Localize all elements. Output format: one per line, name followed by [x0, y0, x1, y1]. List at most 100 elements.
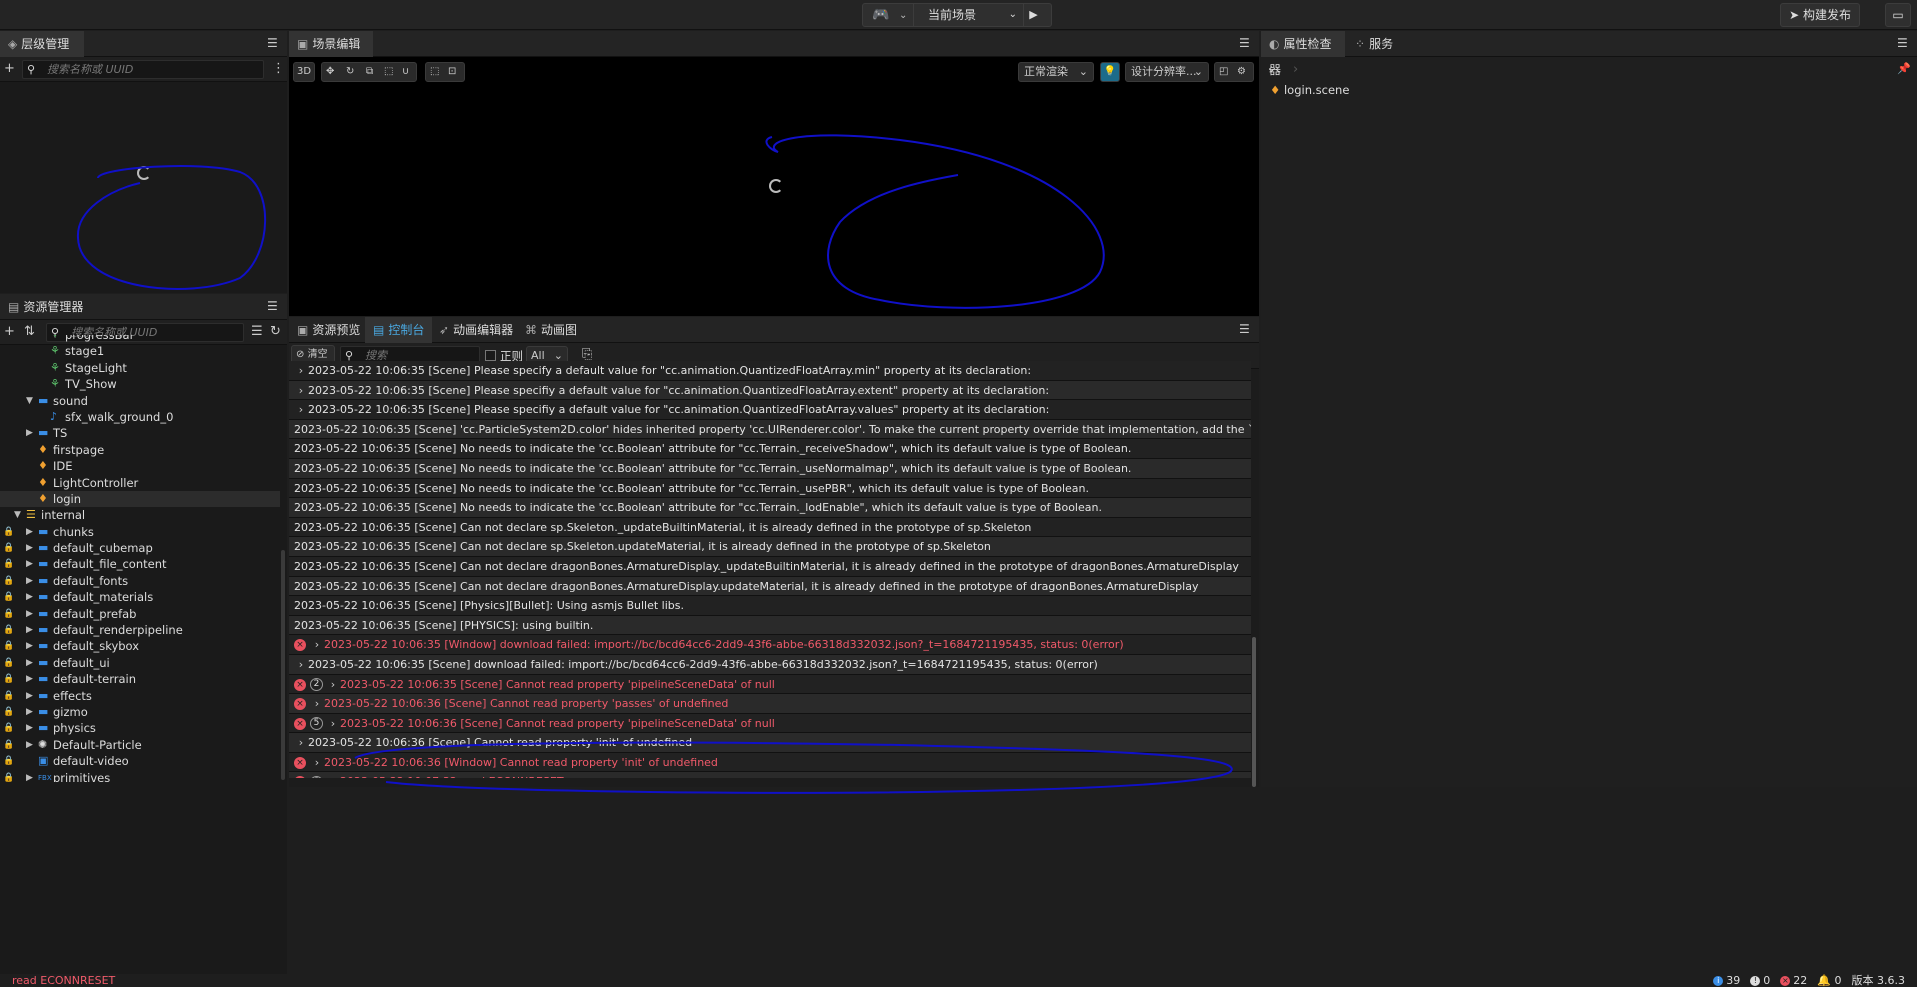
asset-tree-item[interactable]: 🔒 ▶ ▬ default_skybox: [0, 638, 280, 654]
menu-icon[interactable]: ☰: [1239, 323, 1253, 335]
chevron-right-icon[interactable]: ▶: [26, 524, 33, 540]
asset-tree-item[interactable]: 🔒 ▶ ✺ Default-Particle: [0, 737, 280, 753]
gamepad-icon[interactable]: 🎮: [863, 7, 899, 23]
console-error-entry[interactable]: × › 2023-05-22 10:06:36 [Window] Cannot re…: [289, 752, 1251, 773]
asset-tree-item[interactable]: ▶ ▬ TS: [0, 425, 280, 441]
chevron-right-icon[interactable]: ▶: [26, 770, 33, 782]
console-log-entry[interactable]: 2023-05-22 10:06:35 [Scene] [PHYSICS]: u…: [289, 615, 1251, 636]
console-log-entry[interactable]: 2023-05-22 10:06:35 [Scene] No needs to …: [289, 458, 1251, 479]
pivot-icon[interactable]: ⬚: [430, 63, 439, 81]
chevron-right-icon[interactable]: ›: [326, 714, 340, 734]
rect-icon[interactable]: ⬚: [384, 63, 393, 81]
menu-icon[interactable]: ☰: [267, 300, 281, 312]
asset-tree-item[interactable]: ♪ sfx_walk_ground_0: [0, 409, 280, 425]
asset-tree-item[interactable]: ⚘ stage1: [0, 343, 280, 359]
light-toggle-button[interactable]: 💡: [1100, 62, 1120, 82]
regex-checkbox[interactable]: [485, 350, 496, 361]
console-log-entry[interactable]: 2023-05-22 10:06:35 [Scene] Can not decl…: [289, 517, 1251, 538]
tab-animation-editor[interactable]: ➶ 动画编辑器: [431, 317, 521, 343]
gear-icon[interactable]: ⚙: [1237, 63, 1246, 81]
asset-tree-item[interactable]: ♦ login: [0, 490, 280, 508]
asset-tree-item[interactable]: 🔒 ▶ ▬ default_fonts: [0, 573, 280, 589]
console-log-entry[interactable]: › 2023-05-22 10:06:35 [Scene] Please spec…: [289, 380, 1251, 401]
tab-assets[interactable]: ▤ 资源管理器: [0, 294, 91, 320]
chevron-right-icon[interactable]: ›: [294, 400, 308, 420]
chevron-right-icon[interactable]: ›: [294, 733, 308, 753]
chevron-right-icon[interactable]: ▶: [26, 606, 33, 622]
chevron-right-icon[interactable]: ▶: [26, 573, 33, 589]
asset-tree-item[interactable]: ▼ ▬ sound: [0, 393, 280, 409]
asset-tree-item[interactable]: ⚘ progressBar: [0, 335, 280, 343]
tab-asset-preview[interactable]: ▣ 资源预览: [289, 317, 368, 343]
asset-tree-item[interactable]: ♦ firstpage: [0, 442, 280, 458]
asset-tree-item[interactable]: ♦ IDE: [0, 458, 280, 474]
console-log-entry[interactable]: 2023-05-22 10:06:35 [Scene] No needs to …: [289, 478, 1251, 499]
chevron-right-icon[interactable]: ▶: [26, 540, 33, 556]
back-arrow-icon[interactable]: ‹: [1268, 62, 1273, 77]
chevron-down-icon[interactable]: ▼: [26, 393, 33, 409]
forward-arrow-icon[interactable]: ›: [1293, 62, 1298, 77]
console-log-entry[interactable]: 2023-05-22 10:06:35 [Scene] [Physics][Bu…: [289, 596, 1251, 616]
add-icon[interactable]: +: [4, 62, 15, 76]
chevron-right-icon[interactable]: ›: [326, 772, 340, 778]
asset-tree-item[interactable]: ▼ ☰ internal: [0, 507, 280, 523]
console-scrollbar[interactable]: [1252, 637, 1256, 787]
console-log-entry[interactable]: › 2023-05-22 10:06:35 [Scene] Please spec…: [289, 400, 1251, 420]
chevron-down-icon[interactable]: ▼: [14, 507, 21, 523]
build-publish-button[interactable]: ➤ 构建发布: [1780, 3, 1860, 27]
notification-counter[interactable]: 🔔 0: [1817, 974, 1841, 987]
asset-tree-item[interactable]: 🔒 ▶ ▬ effects: [0, 688, 280, 704]
chevron-right-icon[interactable]: ›: [310, 635, 324, 655]
chevron-right-icon[interactable]: ▶: [26, 688, 33, 704]
chevron-right-icon[interactable]: ▶: [26, 655, 33, 671]
asset-tree-item[interactable]: 🔒 ▶ ▬ chunks: [0, 524, 280, 540]
chevron-right-icon[interactable]: ▶: [26, 589, 33, 605]
asset-tree-item[interactable]: 🔒 ▶ ▬ physics: [0, 720, 280, 736]
scale-icon[interactable]: ⧉: [366, 63, 373, 81]
chevron-right-icon[interactable]: ›: [326, 675, 340, 695]
asset-tree-item[interactable]: 🔒 ▶ ▬ gizmo: [0, 704, 280, 720]
chevron-right-icon[interactable]: ▶: [26, 671, 33, 687]
console-error-entry[interactable]: × › 2023-05-22 10:06:35 [Window] download …: [289, 635, 1251, 655]
resolution-select[interactable]: 设计分辨率... ⌄: [1125, 62, 1209, 82]
warning-counter[interactable]: ! 0: [1750, 974, 1770, 987]
asset-tree-item[interactable]: 🔒 ▶ FBX primitives: [0, 770, 280, 782]
asset-tree-item[interactable]: 🔒 ▶ ▬ default-terrain: [0, 671, 280, 687]
console-log-entry[interactable]: › 2023-05-22 10:06:35 [Scene] download fa…: [289, 654, 1251, 675]
asset-tree-item[interactable]: 🔒 ▶ ▬ default_file_content: [0, 556, 280, 572]
console-error-entry[interactable]: × › 2023-05-22 10:06:36 [Scene] Cannot rea…: [289, 694, 1251, 714]
menu-icon[interactable]: ☰: [1897, 37, 1911, 49]
asset-tree-item[interactable]: ♦ LightController: [0, 475, 280, 491]
render-mode-select[interactable]: 正常渲染 ⌄: [1018, 62, 1094, 82]
tab-animation-graph[interactable]: ⌘ 动画图: [517, 317, 585, 343]
chevron-right-icon[interactable]: ›: [294, 381, 308, 401]
console-error-entry[interactable]: × 2 › 2023-05-22 10:06:35 [Scene] Cannot re…: [289, 674, 1251, 695]
menu-icon[interactable]: ☰: [267, 37, 281, 49]
tab-hierarchy[interactable]: ◈层级管理器: [0, 31, 84, 77]
chevron-right-icon[interactable]: ›: [310, 753, 324, 773]
chevron-right-icon[interactable]: ▶: [26, 704, 33, 720]
rotate-icon[interactable]: ↻: [346, 63, 354, 81]
asset-tree-item[interactable]: 🔒 ▶ ▬ default_cubemap: [0, 540, 280, 556]
chevron-right-icon[interactable]: ▶: [26, 737, 33, 753]
open-log-file-icon[interactable]: ⎘: [582, 348, 592, 362]
hierarchy-search-input[interactable]: ⚲ 搜索名称或 UUID: [22, 60, 264, 79]
asset-tree-item[interactable]: 🔒 ▶ ▬ default_renderpipeline: [0, 622, 280, 638]
console-log-entry[interactable]: 2023-05-22 10:06:35 [Scene] No needs to …: [289, 498, 1251, 518]
menu-icon[interactable]: ☰: [1239, 37, 1253, 49]
tab-console[interactable]: ▤ 控制台: [365, 317, 433, 343]
console-log-entry[interactable]: 2023-05-22 10:06:35 [Scene] Can not decl…: [289, 537, 1251, 557]
chevron-right-icon[interactable]: ▶: [26, 622, 33, 638]
asset-tree-item[interactable]: 🔒 ▶ ▬ default_ui: [0, 655, 280, 671]
chevron-right-icon[interactable]: ▶: [26, 638, 33, 654]
tab-scene-editor[interactable]: ▣场景编辑器: [289, 31, 373, 77]
asset-tree-item[interactable]: 🔒 ▣ default-video: [0, 753, 280, 769]
snap-icon[interactable]: ∪: [402, 63, 409, 81]
assets-scrollbar[interactable]: [281, 550, 285, 780]
console-error-entry[interactable]: × 8›2023-05-22 10:07:32 read ECONNRESET: [289, 772, 1251, 778]
pin-icon[interactable]: 📌: [1897, 62, 1911, 75]
status-message[interactable]: read ECONNRESET: [12, 974, 115, 987]
error-counter[interactable]: × 22: [1780, 974, 1807, 987]
console-error-entry[interactable]: × 5 › 2023-05-22 10:06:36 [Scene] Cannot re…: [289, 713, 1251, 734]
console-log-entry[interactable]: › 2023-05-22 10:06:35 [Scene] Please spec…: [289, 361, 1251, 381]
